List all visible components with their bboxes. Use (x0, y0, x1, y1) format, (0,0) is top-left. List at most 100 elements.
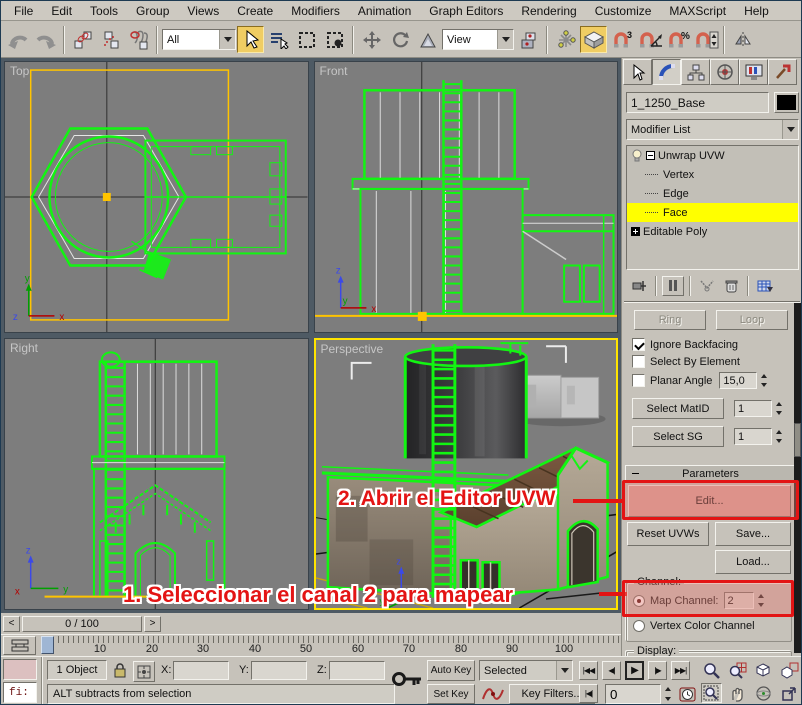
menu-views[interactable]: Views (178, 2, 228, 20)
viewport-perspective-label[interactable]: Perspective (321, 342, 384, 356)
selection-lock-icon[interactable] (113, 662, 127, 681)
sg-value[interactable]: 1 (734, 428, 772, 445)
planar-angle-checkbox[interactable] (632, 374, 645, 387)
sg-spinner[interactable]: 1 (734, 428, 786, 445)
viewport-top[interactable]: Top (4, 61, 309, 333)
lightbulb-icon[interactable] (631, 149, 643, 163)
menu-group[interactable]: Group (127, 2, 178, 20)
region-zoom-icon[interactable] (701, 683, 722, 703)
next-frame-button[interactable]: |▶ (648, 661, 667, 680)
configure-modifier-sets-icon[interactable] (754, 276, 776, 296)
angle-snap-icon[interactable] (636, 26, 663, 53)
window-crossing-icon[interactable] (321, 26, 348, 53)
select-and-link-icon[interactable] (69, 26, 96, 53)
stack-row-editable-poly[interactable]: Editable Poly (627, 222, 798, 241)
dropdown-arrow-icon[interactable] (219, 30, 235, 49)
object-name-field[interactable]: 1_1250_Base (626, 92, 769, 113)
viewport-right-label[interactable]: Right (10, 341, 38, 355)
menu-tools[interactable]: Tools (81, 2, 127, 20)
scrub-prev-button[interactable]: < (3, 616, 20, 632)
mini-curve-editor-button[interactable] (3, 636, 36, 655)
z-coordinate-field[interactable] (329, 661, 385, 680)
absolute-offset-toggle[interactable] (133, 661, 155, 682)
stack-row-vertex[interactable]: Vertex (627, 165, 798, 184)
zoom-extents-all-icon[interactable] (779, 660, 800, 680)
tab-hierarchy[interactable] (681, 59, 710, 85)
pin-stack-icon[interactable] (628, 276, 650, 296)
remove-modifier-icon[interactable] (720, 276, 742, 296)
scrub-next-button[interactable]: > (144, 616, 161, 632)
spinner-arrows[interactable] (661, 684, 675, 704)
loop-button[interactable]: Loop (716, 310, 788, 330)
viewport-right[interactable]: Right (4, 338, 309, 610)
stack-row-face[interactable]: Face (627, 203, 798, 222)
stack-row-unwrap-uvw[interactable]: Unwrap UVW (627, 146, 798, 165)
planar-angle-value[interactable]: 15,0 (719, 372, 757, 389)
show-end-result-icon[interactable] (662, 276, 684, 296)
go-to-end-button[interactable]: ▶▶| (671, 661, 690, 680)
spinner-snap-icon[interactable] (692, 26, 719, 53)
zoom-all-icon[interactable] (727, 660, 748, 680)
menu-graph-editors[interactable]: Graph Editors (420, 2, 512, 20)
unlink-icon[interactable] (97, 26, 124, 53)
reset-uvws-button[interactable]: Reset UVWs (627, 522, 709, 546)
spinner-arrows[interactable] (772, 400, 786, 417)
y-coordinate-field[interactable] (251, 661, 307, 680)
select-sg-button[interactable]: Select SG (632, 426, 724, 447)
viewport-perspective[interactable]: Perspective (314, 338, 619, 610)
min-max-toggle-icon[interactable] (779, 683, 800, 703)
set-keys-icon[interactable] (391, 669, 423, 692)
menu-rendering[interactable]: Rendering (512, 2, 585, 20)
spinner-arrows[interactable] (754, 592, 768, 609)
time-slider-handle[interactable] (41, 636, 54, 654)
bind-to-spacewarp-icon[interactable] (125, 26, 152, 53)
snaps-toggle-icon[interactable] (580, 26, 607, 53)
auto-key-button[interactable]: Auto Key (427, 660, 475, 681)
menu-edit[interactable]: Edit (42, 2, 81, 20)
arc-rotate-icon[interactable] (753, 683, 774, 703)
zoom-tool-icon[interactable] (701, 660, 722, 680)
tab-utilities[interactable] (768, 59, 797, 85)
use-pivot-center-icon[interactable] (515, 26, 542, 53)
zoom-extents-icon[interactable] (753, 660, 774, 680)
menu-create[interactable]: Create (228, 2, 282, 20)
snap-3d-icon[interactable]: 3 (608, 26, 635, 53)
key-mode-curve-icon[interactable] (481, 685, 505, 705)
maxscript-listener-pink[interactable] (3, 659, 37, 680)
play-button[interactable]: ▶ (625, 661, 644, 680)
menu-customize[interactable]: Customize (586, 2, 661, 20)
modifier-list-dropdown[interactable]: Modifier List (626, 119, 799, 140)
menu-help[interactable]: Help (735, 2, 778, 20)
set-key-button[interactable]: Set Key (427, 684, 475, 704)
matid-spinner[interactable]: 1 (734, 400, 786, 417)
select-and-scale-icon[interactable] (414, 26, 441, 53)
previous-frame-button[interactable]: ◀| (602, 661, 621, 680)
time-slider-readout[interactable]: 0 / 100 (22, 616, 142, 632)
go-to-start-button[interactable]: |◀◀ (579, 661, 598, 680)
menu-maxscript[interactable]: MAXScript (660, 2, 735, 20)
reference-coordinate-dropdown[interactable]: View (442, 29, 514, 50)
select-matid-button[interactable]: Select MatID (632, 398, 724, 419)
edit-uvw-button[interactable]: Edit... (628, 485, 791, 517)
select-and-manipulate-icon[interactable] (552, 26, 579, 53)
spinner-arrows[interactable] (772, 428, 786, 445)
mirror-icon[interactable] (729, 26, 756, 53)
select-object-icon[interactable] (237, 26, 264, 53)
pan-hand-icon[interactable] (727, 683, 748, 703)
expand-icon[interactable] (631, 227, 640, 236)
menu-modifiers[interactable]: Modifiers (282, 2, 349, 20)
maxscript-listener-field[interactable]: fi: (3, 682, 37, 703)
time-configuration-icon[interactable] (677, 683, 698, 703)
tab-create[interactable] (623, 59, 652, 85)
undo-icon[interactable] (4, 26, 31, 53)
rectangular-selection-icon[interactable] (293, 26, 320, 53)
ignore-backfacing-checkbox[interactable] (632, 338, 645, 351)
matid-value[interactable]: 1 (734, 400, 772, 417)
parameters-rollout-header[interactable]: Parameters (625, 465, 795, 482)
viewport-front-label[interactable]: Front (320, 64, 348, 78)
select-and-move-icon[interactable] (358, 26, 385, 53)
viewport-front[interactable]: Front (314, 61, 619, 333)
ring-button[interactable]: Ring (634, 310, 706, 330)
map-channel-spinner[interactable]: 2 (724, 592, 768, 609)
menu-animation[interactable]: Animation (349, 2, 420, 20)
